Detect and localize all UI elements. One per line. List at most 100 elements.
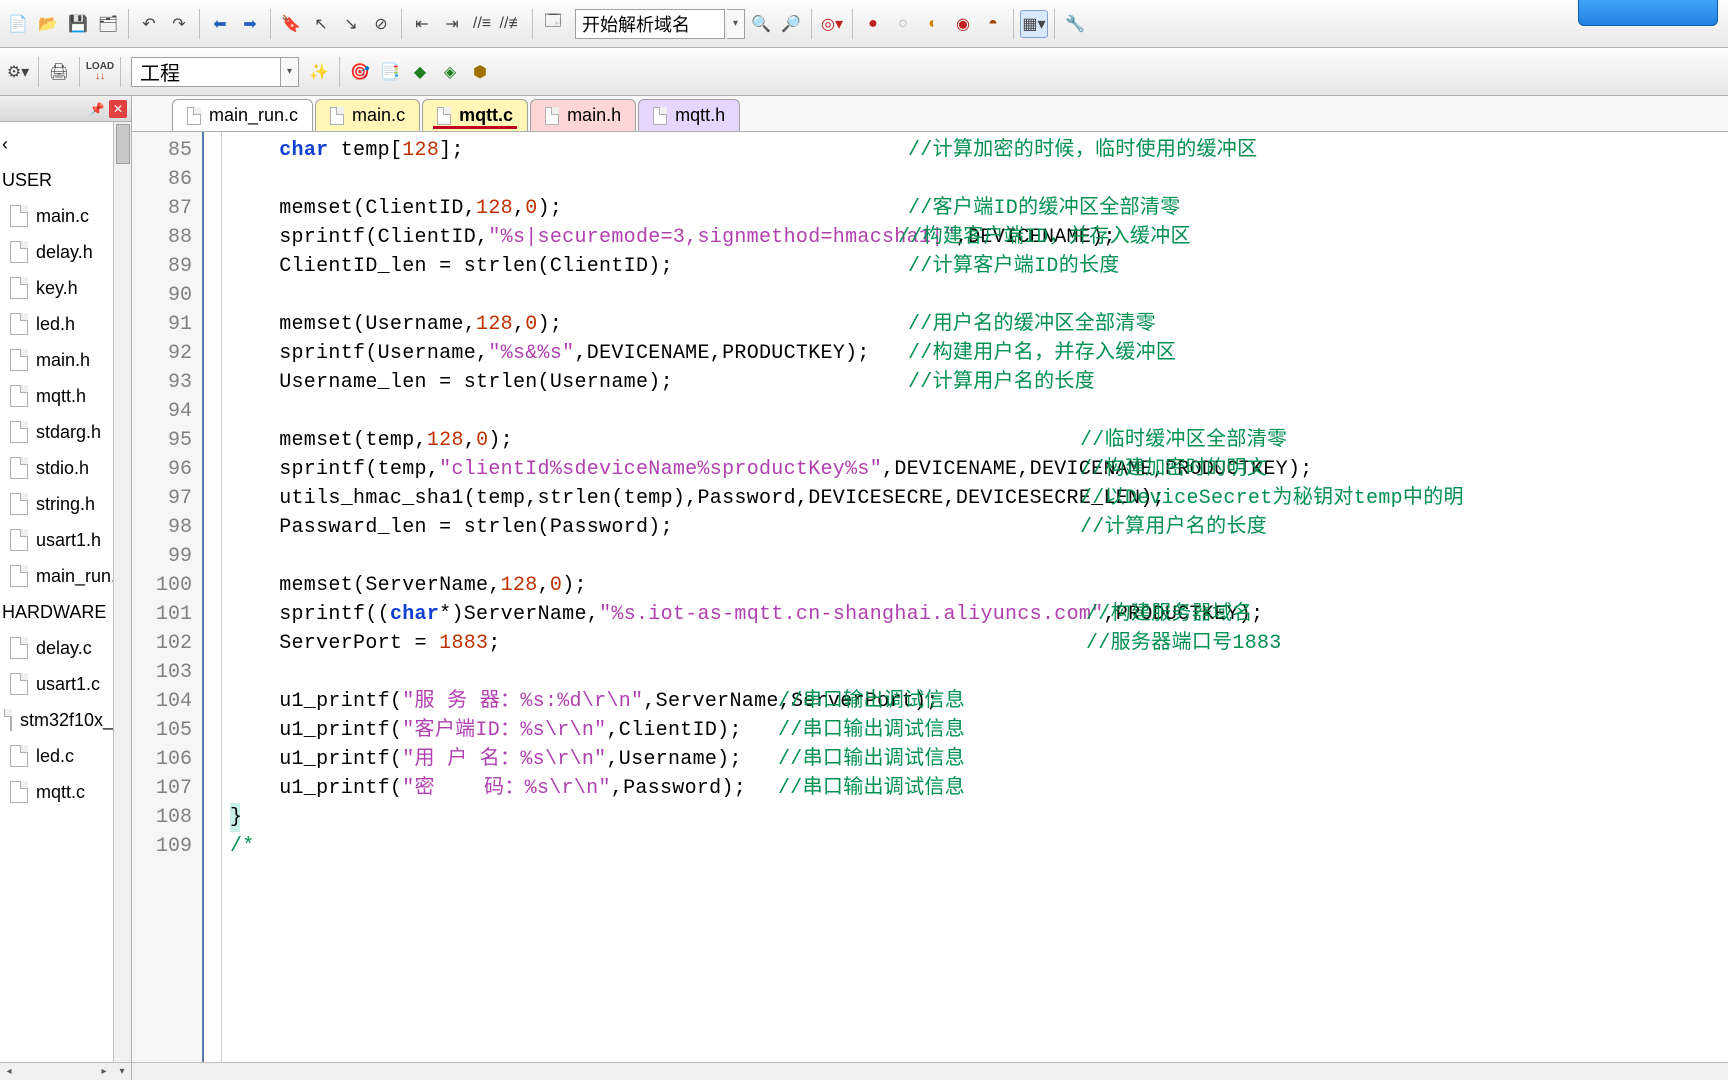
tree-file-label: delay.h [36, 242, 93, 263]
close-icon[interactable]: ✕ [109, 100, 127, 118]
open-icon[interactable]: 📂 [34, 10, 62, 38]
tree-group-user[interactable]: USER [0, 162, 131, 198]
editor-scrollbar-h[interactable] [132, 1062, 1728, 1080]
window-toggle-icon[interactable]: ▦▾ [1020, 10, 1048, 38]
tree-file[interactable]: main.h [0, 342, 131, 378]
file-opts-icon[interactable]: 📑 [376, 58, 404, 86]
bookmark-next-icon[interactable]: ↘ [337, 10, 365, 38]
new-file-icon[interactable]: 📄 [4, 10, 32, 38]
indent-left-icon[interactable]: ⇤ [408, 10, 436, 38]
window-icon[interactable]: 🗔 [539, 10, 567, 38]
tab-main-c[interactable]: main.c [315, 99, 420, 131]
build-options-icon[interactable]: ⚙▾ [4, 58, 32, 86]
breakpoint-disable-icon[interactable]: ○ [889, 10, 917, 38]
tab-label: mqtt.c [459, 105, 513, 126]
tree-file-label: led.c [36, 746, 74, 767]
save-icon[interactable]: 💾 [64, 10, 92, 38]
save-all-icon[interactable]: 🗂 [94, 10, 122, 38]
comment-icon[interactable]: //≡ [468, 10, 496, 38]
tree-file-label: mqtt.h [36, 386, 86, 407]
tree-file[interactable]: delay.c [0, 630, 131, 666]
pin-icon[interactable]: 📌 [89, 101, 105, 117]
sidebar-scrollbar-v[interactable] [113, 122, 131, 1062]
tree-root[interactable]: ‹ [0, 126, 131, 162]
target-opts-icon[interactable]: 🎯 [346, 58, 374, 86]
debug-config-icon[interactable]: ◎▾ [818, 10, 846, 38]
tree-file[interactable]: stdio.h [0, 450, 131, 486]
tree-file-label: main.c [36, 206, 89, 227]
tree-file[interactable]: led.c [0, 738, 131, 774]
tree-file[interactable]: delay.h [0, 234, 131, 270]
file-icon [545, 107, 559, 125]
tabbar: main_run.cmain.c mqtt.c main.hmqtt.h [132, 96, 1728, 132]
nav-back-icon[interactable]: ⬅ [206, 10, 234, 38]
file-icon [330, 107, 344, 125]
tools-icon[interactable]: 🔧 [1061, 10, 1089, 38]
print-icon[interactable]: 🖨 [45, 58, 73, 86]
file-icon [10, 781, 28, 803]
tab-main_run-c[interactable]: main_run.c [172, 99, 313, 131]
build-icon[interactable]: ◆ [406, 58, 434, 86]
tree-file-label: usart1.c [36, 674, 100, 695]
sidebar-header: 📌 ✕ [0, 96, 131, 122]
bookmark-clear-icon[interactable]: ⊘ [367, 10, 395, 38]
sidebar-scrollbar-h[interactable]: ◂▸▾ [0, 1062, 131, 1080]
tree-group-hardware[interactable]: HARDWARE [0, 594, 131, 630]
action-button[interactable] [1578, 0, 1718, 26]
breakpoint-toggle-icon[interactable]: ● [859, 10, 887, 38]
indent-right-icon[interactable]: ⇥ [438, 10, 466, 38]
code-view[interactable]: char temp[128];//计算加密的时候，临时使用的缓冲区 memset… [222, 132, 1728, 1062]
tree-file[interactable]: main_run.c [0, 558, 131, 594]
find-in-files-icon[interactable]: 🔍 [747, 10, 775, 38]
uncomment-icon[interactable]: //≢ [498, 10, 526, 38]
breakpoint-all-icon[interactable]: ◉ [949, 10, 977, 38]
bookmark-icon[interactable]: 🔖 [277, 10, 305, 38]
tree-file[interactable]: stdarg.h [0, 414, 131, 450]
undo-icon[interactable]: ↶ [135, 10, 163, 38]
tree-file[interactable]: mqtt.c [0, 774, 131, 810]
tree-file[interactable]: key.h [0, 270, 131, 306]
tree-file-label: delay.c [36, 638, 92, 659]
nav-forward-icon[interactable]: ➡ [236, 10, 264, 38]
tree-file-label: led.h [36, 314, 75, 335]
tab-main-h[interactable]: main.h [530, 99, 636, 131]
bookmark-prev-icon[interactable]: ↖ [307, 10, 335, 38]
address-input[interactable] [575, 9, 725, 39]
target-combo[interactable] [131, 57, 281, 87]
breakpoint-enable-icon[interactable]: ◐ [919, 10, 947, 38]
redo-icon[interactable]: ↷ [165, 10, 193, 38]
tree-file[interactable]: mqtt.h [0, 378, 131, 414]
find-icon[interactable]: 🔎 [777, 10, 805, 38]
file-icon [10, 673, 28, 695]
tree-file-label: stdarg.h [36, 422, 101, 443]
wand-icon[interactable]: ✨ [305, 58, 333, 86]
tree-file-label: usart1.h [36, 530, 101, 551]
file-icon [187, 107, 201, 125]
file-icon [437, 107, 451, 125]
tree-file[interactable]: usart1.h [0, 522, 131, 558]
tree-file[interactable]: usart1.c [0, 666, 131, 702]
tab-mqtt-h[interactable]: mqtt.h [638, 99, 740, 131]
file-icon [10, 349, 28, 371]
file-icon [10, 205, 28, 227]
file-icon [653, 107, 667, 125]
load-icon[interactable]: LOAD↓↓ [86, 58, 114, 86]
editor: main_run.cmain.c mqtt.c main.hmqtt.h 85868… [132, 96, 1728, 1080]
batch-build-icon[interactable]: ⬢ [466, 58, 494, 86]
file-icon [10, 529, 28, 551]
address-dropdown-icon[interactable]: ▾ [727, 9, 745, 39]
breakpoint-kill-icon[interactable]: ◓ [979, 10, 1007, 38]
toolbar-main: 📄 📂 💾 🗂 ↶ ↷ ⬅ ➡ 🔖 ↖ ↘ ⊘ ⇤ ⇥ //≡ //≢ 🗔 ▾ … [0, 0, 1728, 48]
tree-file[interactable]: main.c [0, 198, 131, 234]
tree-file[interactable]: stm32f10x_it.c [0, 702, 131, 738]
rebuild-icon[interactable]: ◈ [436, 58, 464, 86]
fold-column[interactable] [204, 132, 222, 1062]
target-dropdown-icon[interactable]: ▾ [281, 57, 299, 87]
tree-file-label: mqtt.c [36, 782, 85, 803]
tree-file[interactable]: led.h [0, 306, 131, 342]
line-gutter: 8586878889909192939495969798991001011021… [132, 132, 204, 1062]
tab-mqtt-c[interactable]: mqtt.c [422, 99, 528, 131]
tree-file-label: string.h [36, 494, 95, 515]
project-tree[interactable]: ‹USER main.c delay.h key.h led.h main.h mqtt.h… [0, 122, 131, 1062]
tree-file[interactable]: string.h [0, 486, 131, 522]
